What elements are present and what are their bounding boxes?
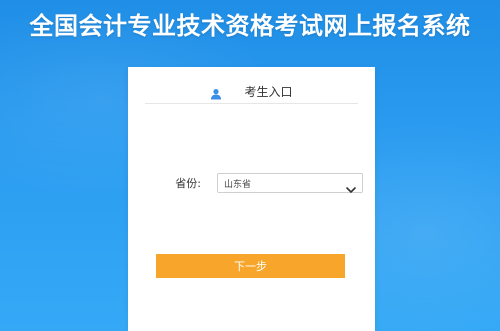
- tab-candidate-entry[interactable]: 考生入口: [145, 79, 358, 104]
- province-label: 省份:: [175, 177, 201, 190]
- province-selected-value: 山东省: [224, 179, 252, 190]
- province-select[interactable]: 山东省: [217, 173, 363, 193]
- province-field: 省份: 山东省: [145, 173, 363, 193]
- user-icon: [210, 85, 222, 100]
- next-step-button[interactable]: 下一步: [156, 254, 345, 278]
- tab-candidate-entry-label: 考生入口: [244, 84, 293, 99]
- page-title: 全国会计专业技术资格考试网上报名系统: [29, 12, 471, 40]
- chevron-down-icon: [346, 179, 356, 193]
- login-card: 考生入口 省份: 山东省 下一步: [128, 67, 375, 331]
- page-body: { "header": { "title": "全国会计专业技术资格考试网上报名…: [0, 0, 500, 331]
